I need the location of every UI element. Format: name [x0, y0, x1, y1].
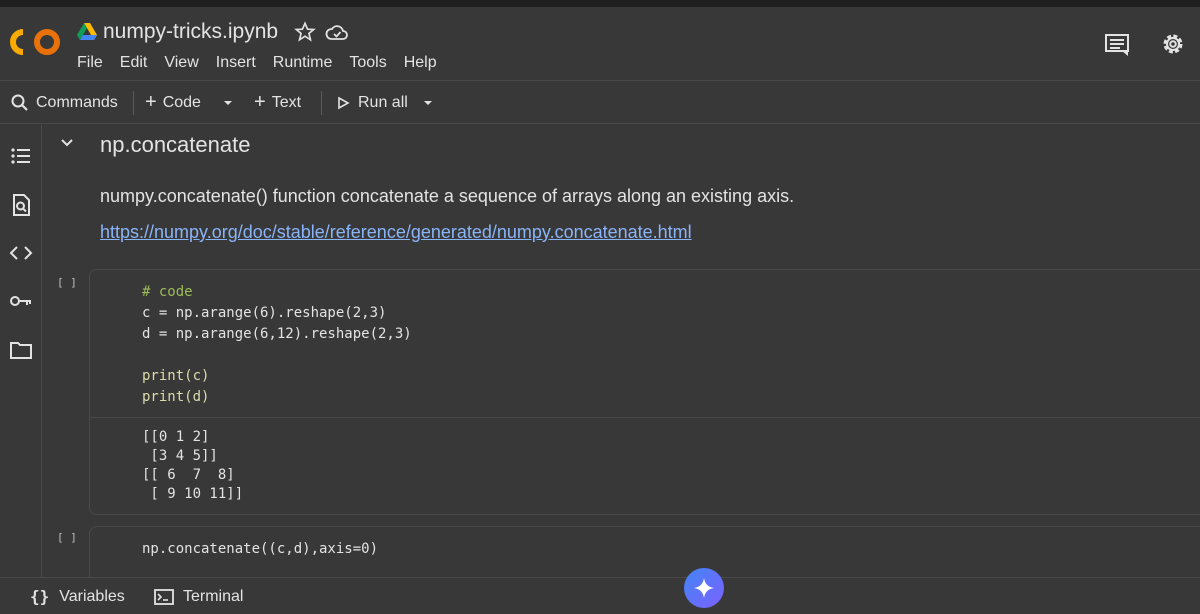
menu-help[interactable]: Help — [404, 54, 437, 72]
output-line: [[ 6 7 8] — [142, 467, 235, 483]
plus-icon: + — [145, 91, 157, 113]
run-all-button[interactable]: Run all — [336, 81, 408, 124]
output-text: [[0 1 2] [3 4 5]] [[ 6 7 8] [ 9 10 11]] — [142, 428, 243, 504]
collapse-section-icon[interactable] — [59, 135, 75, 151]
add-text-button[interactable]: + Text — [254, 81, 301, 124]
menu-edit[interactable]: Edit — [120, 54, 148, 72]
code-editor[interactable]: np.concatenate((c,d),axis=0) — [142, 539, 378, 560]
terminal-button[interactable]: Terminal — [154, 578, 243, 614]
top-strip — [0, 0, 1200, 7]
caret-down-icon — [224, 100, 232, 105]
sparkle-icon — [694, 578, 714, 598]
numpy-docs-link[interactable]: https://numpy.org/doc/stable/reference/g… — [100, 222, 692, 243]
code-snippets-icon[interactable] — [9, 241, 33, 265]
code-dropdown[interactable] — [222, 81, 234, 124]
code-editor[interactable]: # code c = np.arange(6).reshape(2,3) d =… — [142, 282, 412, 408]
files-folder-icon[interactable] — [9, 338, 33, 362]
output-line: [ 9 10 11]] — [142, 486, 244, 502]
variables-label: Variables — [59, 587, 125, 605]
search-icon — [11, 94, 28, 111]
plus-icon: + — [254, 91, 266, 113]
cloud-saved-icon[interactable] — [325, 21, 349, 43]
notebook-main: np.concatenate numpy.concatenate() funct… — [42, 125, 1200, 577]
output-line: [[0 1 2] — [142, 429, 210, 445]
code-cell[interactable]: np.concatenate((c,d),axis=0) — [89, 526, 1200, 577]
menu-view[interactable]: View — [164, 54, 198, 72]
toolbar: Commands + Code + Text Run all — [0, 80, 1200, 124]
google-drive-icon[interactable] — [77, 23, 97, 41]
caret-down-icon — [424, 100, 432, 105]
commands-button[interactable]: Commands — [10, 81, 118, 124]
code-label: Code — [162, 93, 201, 111]
menu-runtime[interactable]: Runtime — [273, 54, 333, 72]
text-label: Text — [271, 93, 302, 111]
menu-tools[interactable]: Tools — [349, 54, 386, 72]
toolbar-divider — [321, 91, 322, 115]
terminal-label: Terminal — [183, 587, 244, 605]
code-line: d = np.arange(6,12).reshape(2,3) — [142, 326, 412, 342]
variables-button[interactable]: {} Variables — [30, 578, 125, 614]
cell-output: [[0 1 2] [3 4 5]] [[ 6 7 8] [ 9 10 11]] — [90, 417, 1200, 514]
table-of-contents-icon[interactable] — [9, 144, 33, 168]
commands-label: Commands — [36, 93, 118, 111]
gemini-assistant-button[interactable] — [684, 568, 724, 608]
menu-file[interactable]: File — [77, 54, 103, 72]
section-description: numpy.concatenate() function concatenate… — [100, 186, 795, 206]
code-line: print(d) — [142, 389, 210, 405]
play-icon — [338, 96, 350, 109]
colab-logo[interactable] — [10, 27, 60, 57]
star-icon[interactable] — [294, 21, 316, 43]
run-all-label: Run all — [358, 93, 408, 111]
menu-bar: File Edit View Insert Runtime Tools Help — [77, 54, 454, 72]
run-all-dropdown[interactable] — [422, 81, 434, 124]
code-line: print(c) — [142, 368, 210, 384]
terminal-icon — [154, 588, 174, 605]
section-heading: np.concatenate — [100, 132, 251, 157]
comment-icon[interactable] — [1104, 32, 1130, 58]
braces-icon: {} — [30, 587, 50, 606]
notebook-title[interactable]: numpy-tricks.ipynb — [103, 20, 278, 44]
status-bar: {} Variables Terminal — [0, 577, 1200, 614]
left-sidebar — [0, 125, 42, 577]
code-line: np.concatenate((c,d),axis=0) — [142, 541, 379, 557]
output-line: [3 4 5]] — [142, 448, 218, 464]
gear-icon[interactable] — [1160, 31, 1186, 57]
header: numpy-tricks.ipynb File Edit View Insert… — [0, 7, 1200, 80]
code-cell[interactable]: # code c = np.arange(6).reshape(2,3) d =… — [89, 269, 1200, 515]
secrets-key-icon[interactable] — [9, 289, 33, 313]
code-line: c = np.arange(6).reshape(2,3) — [142, 305, 387, 321]
find-in-notebook-icon[interactable] — [9, 193, 33, 217]
menu-insert[interactable]: Insert — [216, 54, 256, 72]
cell-run-bracket[interactable]: [ ] — [57, 276, 77, 289]
add-code-button[interactable]: + Code — [145, 81, 201, 124]
code-line: # code — [142, 284, 193, 300]
toolbar-divider — [133, 91, 134, 115]
cell-run-bracket[interactable]: [ ] — [57, 531, 77, 544]
